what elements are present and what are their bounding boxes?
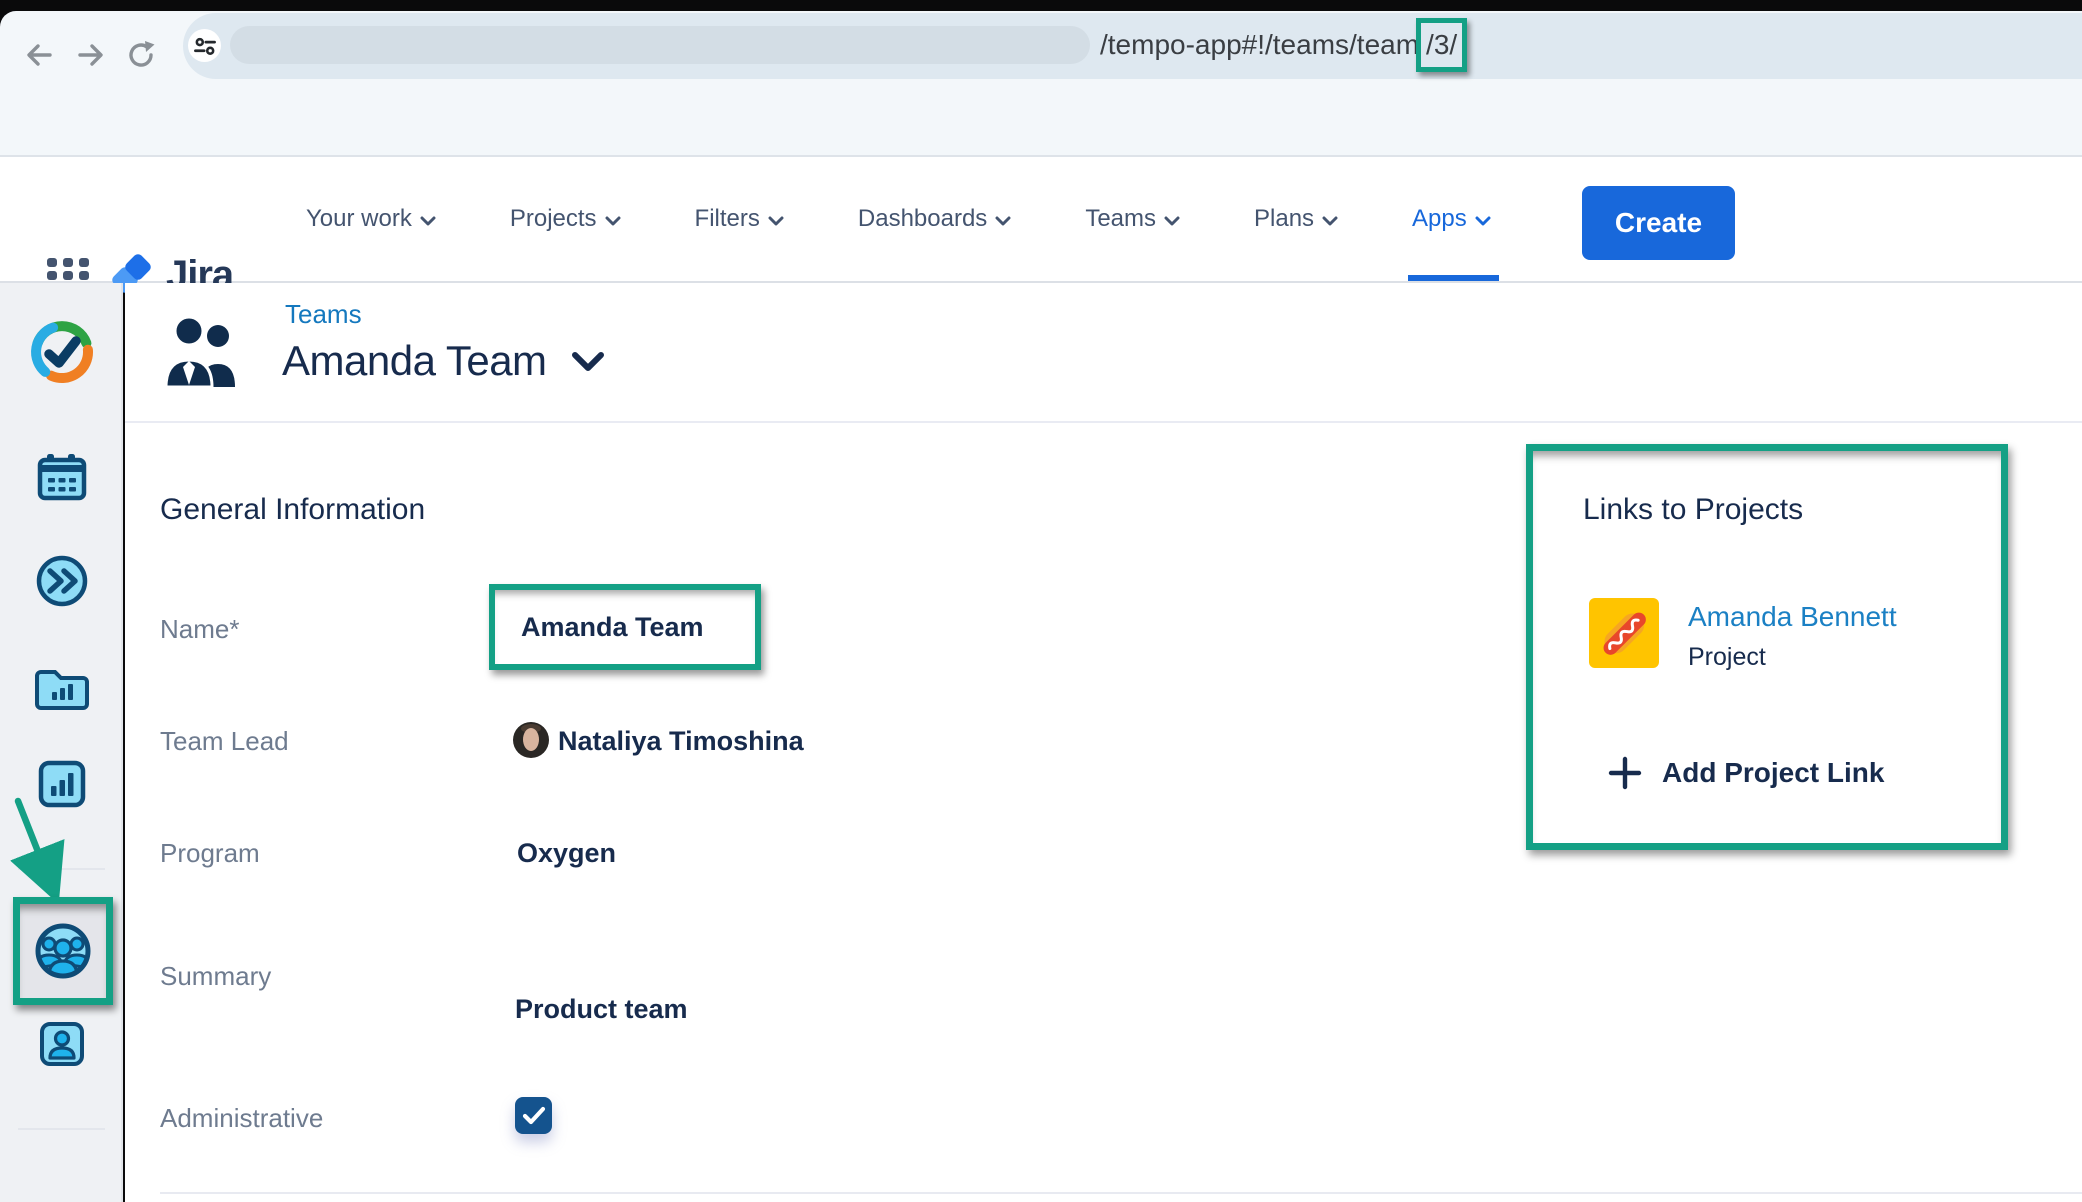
field-label-summary: Summary: [160, 961, 271, 992]
chevron-down-icon: [605, 216, 621, 226]
site-settings-button[interactable]: [188, 29, 221, 62]
calendar-icon: [35, 451, 89, 505]
application-window: /tempo-app#!/teams/team/3/ Jira Your wor…: [0, 0, 2082, 1202]
name-field-value: Amanda Team: [495, 612, 704, 643]
team-lead-avatar[interactable]: [513, 722, 549, 758]
browser-reload-button[interactable]: [124, 39, 158, 71]
field-label-team-lead: Team Lead: [160, 726, 289, 757]
active-tab-underline: [1408, 275, 1499, 281]
administrative-checkbox-checked[interactable]: [515, 1097, 552, 1134]
avatar-face: [523, 728, 539, 751]
links-panel-heading: Links to Projects: [1583, 493, 1803, 527]
team-lead-value[interactable]: Nataliya Timoshina: [558, 726, 804, 757]
double-chevron-circle-icon: [36, 555, 88, 607]
person-icon: [39, 1021, 85, 1067]
nav-item-filters[interactable]: Filters: [695, 205, 784, 233]
sidebar-item-teams-selected-annotation[interactable]: [13, 897, 113, 1005]
jira-top-navigation: Jira Your work Projects Filters Dashboar…: [0, 157, 2082, 283]
nav-item-teams[interactable]: Teams: [1085, 205, 1180, 233]
program-value: Oxygen: [517, 838, 616, 869]
hotdog-icon: [1589, 598, 1659, 668]
summary-value: Product team: [515, 994, 688, 1025]
url-path: /tempo-app#!/teams/team: [1100, 29, 1419, 60]
browser-back-button[interactable]: [22, 39, 56, 71]
chevron-down-icon: [995, 216, 1011, 226]
nav-item-dashboards[interactable]: Dashboards: [858, 205, 1011, 233]
main-content: Teams Amanda Team General Information Na…: [125, 283, 2082, 1202]
field-label-administrative: Administrative: [160, 1103, 323, 1134]
breadcrumb-teams-link[interactable]: Teams: [285, 299, 362, 330]
browser-toolbar: /tempo-app#!/teams/team/3/: [0, 11, 2082, 157]
section-divider: [160, 1192, 2082, 1194]
plus-icon: [1608, 756, 1642, 790]
field-label-name: Name*: [160, 614, 239, 645]
checkmark-icon: [522, 1106, 546, 1126]
teams-icon: [34, 922, 92, 980]
sidebar-item-calendar[interactable]: [0, 451, 123, 505]
name-field-annotation[interactable]: Amanda Team: [489, 584, 761, 670]
reload-icon: [126, 40, 156, 70]
sidebar-item-tempo-home[interactable]: [0, 316, 123, 388]
tempo-logo-icon: [26, 316, 98, 388]
url-text[interactable]: /tempo-app#!/teams/team/3/: [1100, 13, 1464, 79]
sidebar-item-reports-folder[interactable]: [0, 662, 123, 710]
folder-chart-icon: [33, 662, 91, 710]
project-type-label: Project: [1688, 643, 1766, 672]
address-bar[interactable]: /tempo-app#!/teams/team/3/: [183, 13, 2082, 79]
project-avatar-icon[interactable]: [1589, 598, 1659, 668]
url-team-id-annotation: /3/: [1416, 18, 1467, 72]
nav-item-your-work[interactable]: Your work: [306, 205, 436, 233]
annotation-arrow: [6, 795, 70, 899]
project-link-amanda-bennett[interactable]: Amanda Bennett: [1688, 601, 1897, 633]
chevron-down-icon: [1475, 216, 1491, 226]
nav-item-apps-active[interactable]: Apps: [1412, 157, 1491, 281]
page-title[interactable]: Amanda Team: [282, 337, 605, 385]
sidebar-item-people[interactable]: [0, 1021, 123, 1067]
forward-arrow-icon: [75, 41, 107, 69]
chevron-down-icon: [1322, 216, 1338, 226]
tempo-sidebar: [0, 283, 123, 1202]
back-arrow-icon: [23, 41, 55, 69]
nav-item-projects[interactable]: Projects: [510, 205, 621, 233]
redacted-url-segment: [230, 26, 1090, 64]
team-name-title: Amanda Team: [282, 337, 547, 385]
add-project-link-button[interactable]: Add Project Link: [1608, 756, 1884, 790]
chevron-down-icon: [768, 216, 784, 226]
nav-item-plans[interactable]: Plans: [1254, 205, 1338, 233]
add-project-link-label: Add Project Link: [1662, 757, 1884, 789]
header-divider: [125, 421, 2082, 423]
title-chevron-down-icon: [571, 351, 605, 372]
field-label-program: Program: [160, 838, 260, 869]
sidebar-divider: [18, 1128, 105, 1130]
create-button[interactable]: Create: [1582, 186, 1735, 260]
sidebar-item-quick-switch[interactable]: [0, 555, 123, 607]
chevron-down-icon: [420, 216, 436, 226]
tune-icon: [192, 33, 218, 59]
section-heading-general-information: General Information: [160, 493, 425, 527]
links-to-projects-panel-annotation: Links to Projects Amanda Bennett Project…: [1526, 444, 2008, 850]
chevron-down-icon: [1164, 216, 1180, 226]
browser-forward-button[interactable]: [74, 39, 108, 71]
nav-menu: Your work Projects Filters Dashboards Te…: [306, 157, 1491, 281]
team-header-icon: [160, 309, 246, 391]
